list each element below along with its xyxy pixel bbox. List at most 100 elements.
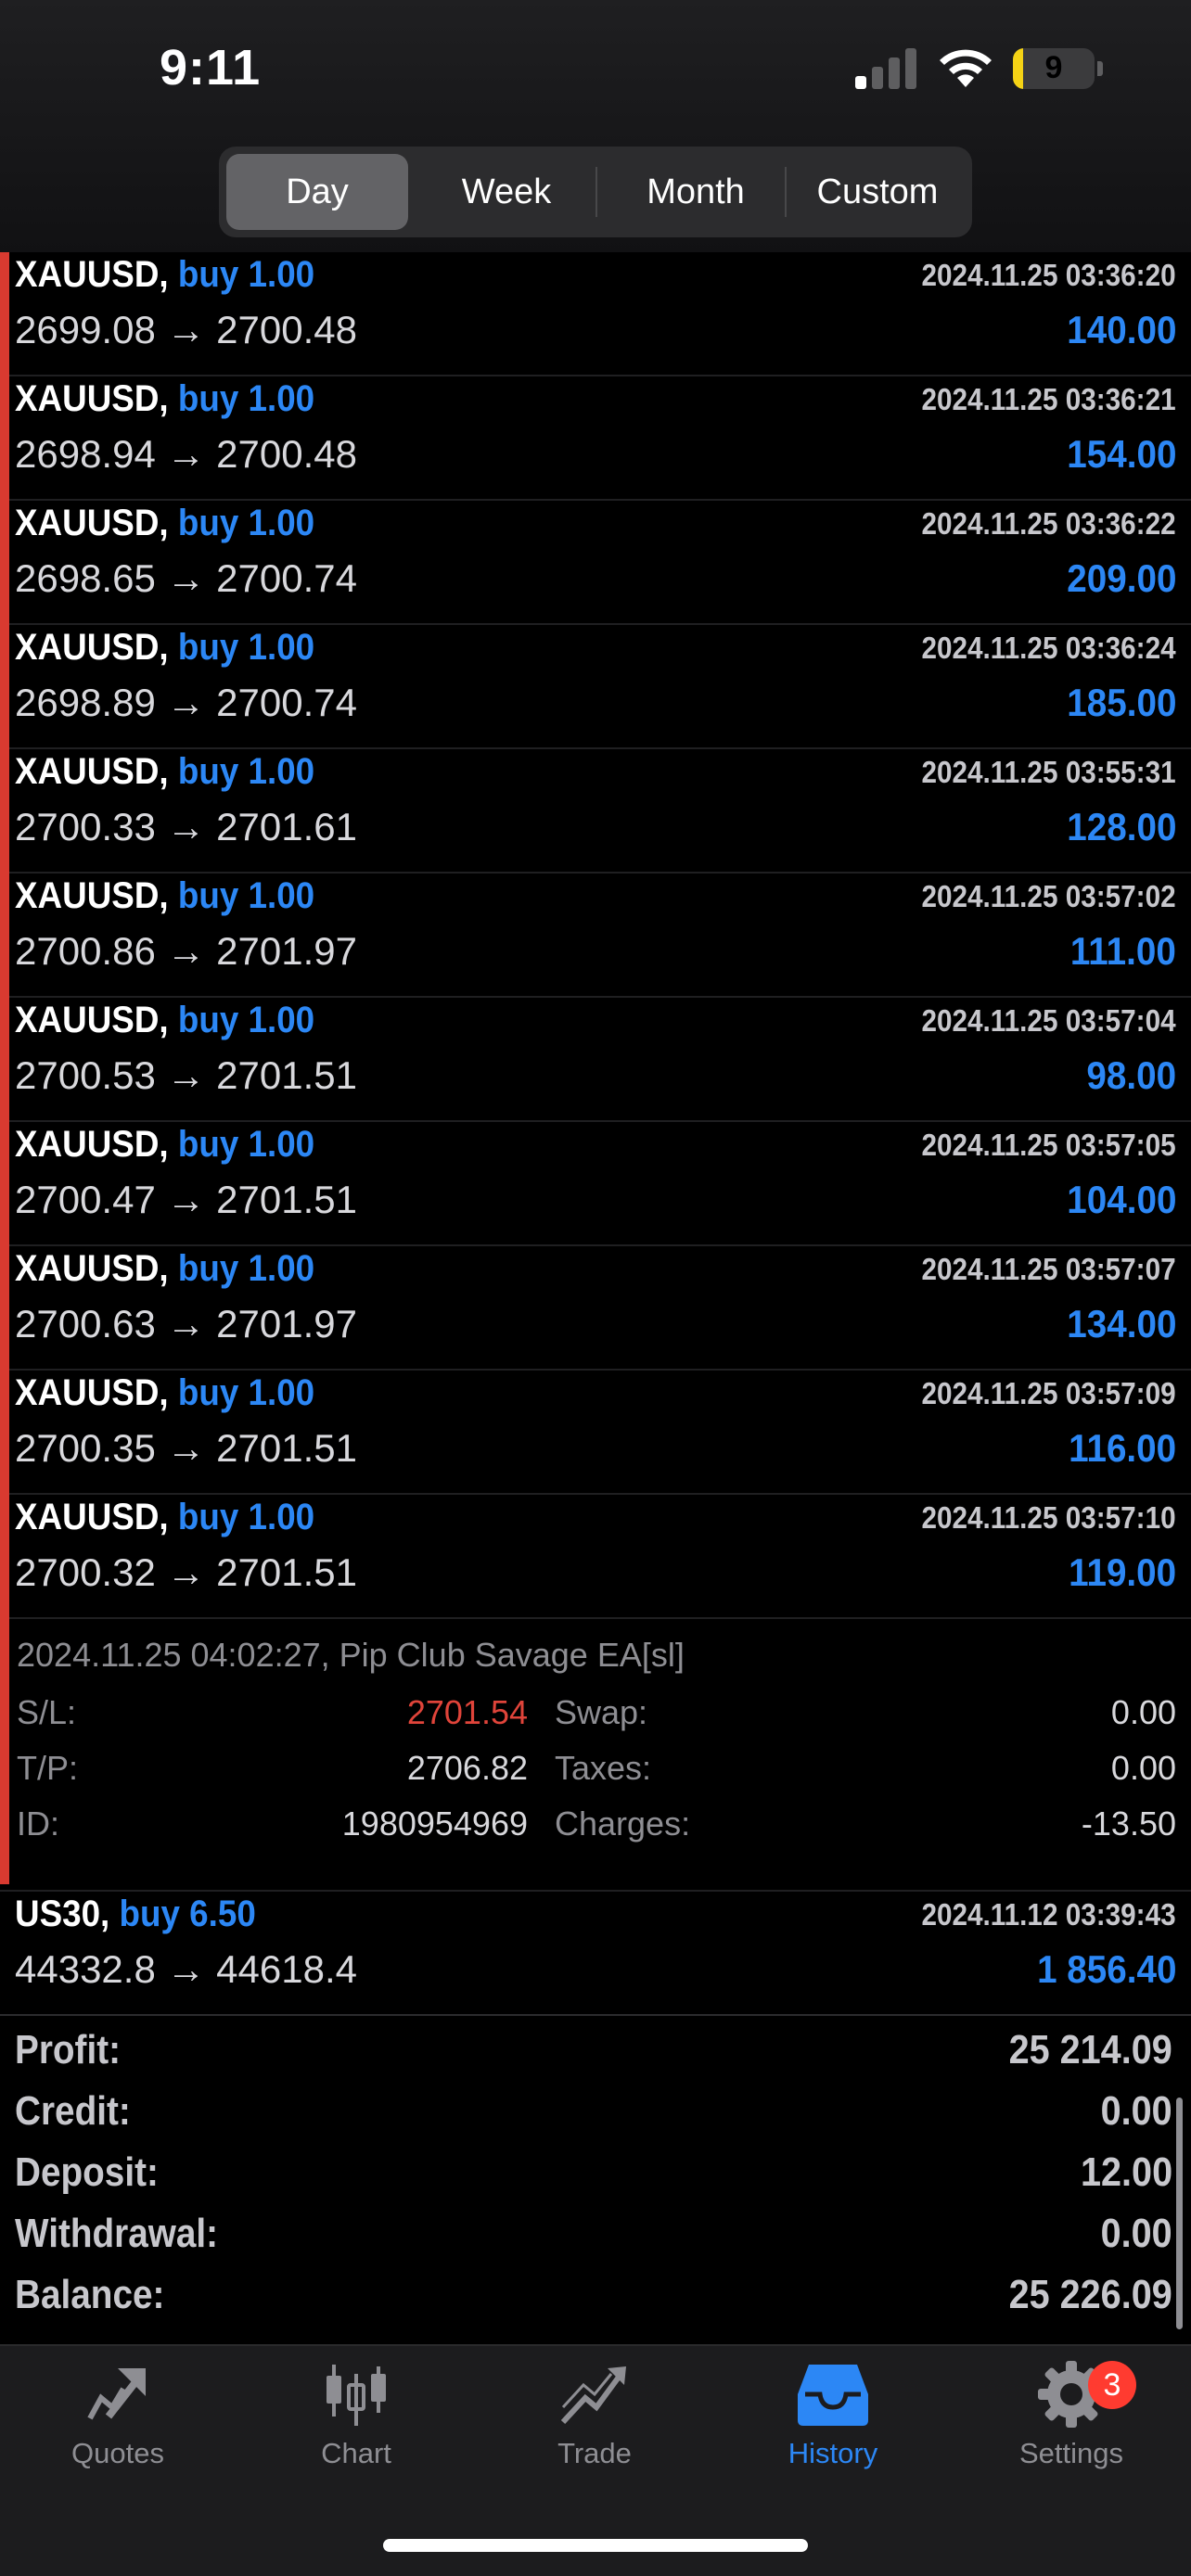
deal-time: 2024.11.25 03:57:05 xyxy=(921,1128,1176,1162)
deal-row[interactable]: XAUUSD, buy 1.00 2024.11.25 03:57:07 2700.… xyxy=(0,1246,1191,1371)
deal-row[interactable]: XAUUSD, buy 1.00 2024.11.25 03:57:02 2700.… xyxy=(0,874,1191,998)
tab-month[interactable]: Month xyxy=(605,154,787,230)
deal-row[interactable]: XAUUSD, buy 1.00 2024.11.25 03:36:20 2699.… xyxy=(0,252,1191,376)
deal-open-price: 2700.63 xyxy=(15,1302,156,1345)
deal-open-price: 2700.32 xyxy=(15,1550,156,1594)
deal-open-price: 2700.86 xyxy=(15,929,156,973)
deal-close-price: 2700.74 xyxy=(216,681,357,724)
deal-open-price: 2700.47 xyxy=(15,1178,156,1221)
deal-time: 2024.11.25 03:57:04 xyxy=(921,1003,1176,1038)
deal-time: 2024.11.25 03:36:22 xyxy=(921,506,1176,541)
deal-row[interactable]: XAUUSD, buy 1.00 2024.11.25 03:57:10 2700.… xyxy=(0,1495,1191,1619)
tab-week[interactable]: Week xyxy=(416,154,597,230)
deal-symbol-line: XAUUSD, buy 1.00 xyxy=(15,378,314,420)
deal-open-price: 2698.65 xyxy=(15,556,156,600)
sl-label: S/L: xyxy=(17,1693,77,1731)
tab-quotes[interactable]: Quotes xyxy=(16,2361,220,2500)
deal-symbol-line: XAUUSD, buy 1.00 xyxy=(15,751,314,793)
deal-profit: 185.00 xyxy=(1066,681,1176,724)
deal-prices: 2699.08 → 2700.48 xyxy=(15,308,357,352)
deal-close-price: 2700.48 xyxy=(216,308,357,351)
deal-row[interactable]: XAUUSD, buy 1.00 2024.11.25 03:57:04 2700.… xyxy=(0,998,1191,1122)
deal-row[interactable]: XAUUSD, buy 1.00 2024.11.25 03:57:05 2700.… xyxy=(0,1122,1191,1246)
arrow-right-icon: → xyxy=(166,1947,206,1991)
deal-prices: 2700.53 → 2701.51 xyxy=(15,1053,357,1098)
deal-profit: 116.00 xyxy=(1068,1426,1176,1470)
summary-value: 0.00 xyxy=(1100,2211,1172,2256)
sl-value: 2701.54 xyxy=(406,1693,528,1731)
deal-side: buy 1.00 xyxy=(177,1248,315,1289)
summary-label: Credit: xyxy=(15,2088,131,2134)
deal-side: buy 1.00 xyxy=(177,751,315,792)
deal-row[interactable]: XAUUSD, buy 1.00 2024.11.25 03:36:24 2698.… xyxy=(0,625,1191,749)
arrow-right-icon: → xyxy=(166,1178,206,1221)
deal-profit: 154.00 xyxy=(1066,432,1176,476)
deal-row[interactable]: XAUUSD, buy 1.00 2024.11.25 03:36:21 2698.… xyxy=(0,376,1191,501)
deal-time: 2024.11.12 03:39:43 xyxy=(921,1897,1176,1932)
deal-profit: 119.00 xyxy=(1068,1550,1176,1594)
deal-symbol-line: XAUUSD, buy 1.00 xyxy=(15,875,314,917)
deal-close-price: 2701.51 xyxy=(216,1550,357,1594)
tab-trade[interactable]: Trade xyxy=(493,2361,697,2500)
deal-time: 2024.11.25 03:36:21 xyxy=(921,382,1176,416)
tab-history[interactable]: History xyxy=(731,2361,935,2500)
summary-label: Withdrawal: xyxy=(15,2211,219,2256)
deal-symbol: XAUUSD, xyxy=(15,875,169,916)
deal-symbol: XAUUSD, xyxy=(15,378,169,419)
deal-symbol-line: XAUUSD, buy 1.00 xyxy=(15,1000,314,1041)
account-summary: Profit: 25 214.09 Credit: 0.00 Deposit: … xyxy=(0,2018,1191,2324)
deal-row[interactable]: XAUUSD, buy 1.00 2024.11.25 03:55:31 2700.… xyxy=(0,749,1191,874)
deal-prices: 2700.35 → 2701.51 xyxy=(15,1426,357,1471)
deal-prices: 2700.63 → 2701.97 xyxy=(15,1302,357,1346)
deal-side: buy 1.00 xyxy=(177,1497,315,1537)
deal-symbol: XAUUSD, xyxy=(15,1248,169,1289)
tab-settings[interactable]: Settings 3 xyxy=(969,2361,1173,2500)
deal-time: 2024.11.25 03:36:20 xyxy=(921,258,1176,292)
deal-row-us30[interactable]: US30, buy 6.50 2024.11.12 03:39:43 44332… xyxy=(0,1892,1191,2016)
quotes-icon xyxy=(87,2368,146,2420)
summary-label: Balance: xyxy=(15,2272,165,2317)
deal-symbol-line: XAUUSD, buy 1.00 xyxy=(15,1248,314,1290)
summary-value: 12.00 xyxy=(1080,2149,1172,2195)
summary-withdrawal: Withdrawal: 0.00 xyxy=(0,2201,1191,2263)
id-value: 1980954969 xyxy=(341,1804,528,1843)
deal-prices: 2698.94 → 2700.48 xyxy=(15,432,357,477)
deal-symbol-line: XAUUSD, buy 1.00 xyxy=(15,1372,314,1414)
swap-value: 0.00 xyxy=(1110,1693,1176,1731)
arrow-right-icon: → xyxy=(166,1302,206,1345)
deal-symbol: US30, xyxy=(15,1894,110,1934)
header: 9:11 9 Day Week Month Custom xyxy=(0,0,1191,252)
arrow-right-icon: → xyxy=(166,556,206,600)
deal-row[interactable]: XAUUSD, buy 1.00 2024.11.25 03:57:09 2700.… xyxy=(0,1371,1191,1495)
deal-prices: 44332.8 → 44618.4 xyxy=(15,1947,357,1992)
battery-percent: 9 xyxy=(1044,50,1063,85)
arrow-right-icon: → xyxy=(166,929,206,973)
tab-day[interactable]: Day xyxy=(226,154,408,230)
deal-profit: 134.00 xyxy=(1066,1302,1176,1345)
tab-custom[interactable]: Custom xyxy=(787,154,968,230)
deal-symbol: XAUUSD, xyxy=(15,1124,169,1165)
deal-open-price: 2700.33 xyxy=(15,805,156,848)
deal-symbol-line: XAUUSD, buy 1.00 xyxy=(15,1124,314,1166)
deal-side: buy 1.00 xyxy=(177,1372,315,1413)
period-segmented-control: Day Week Month Custom xyxy=(219,147,972,237)
deal-open-price: 2698.89 xyxy=(15,681,156,724)
deal-profit: 128.00 xyxy=(1066,805,1176,848)
tab-label: Settings xyxy=(1018,2437,1123,2469)
deal-prices: 2700.47 → 2701.51 xyxy=(15,1178,357,1222)
arrow-right-icon: → xyxy=(166,308,206,351)
deal-symbol: XAUUSD, xyxy=(15,751,169,792)
deal-side: buy 1.00 xyxy=(177,254,315,295)
closed-by-sl-marker xyxy=(0,252,9,1884)
id-label: ID: xyxy=(17,1804,60,1843)
deal-time: 2024.11.25 03:36:24 xyxy=(921,631,1176,665)
charges-value: -13.50 xyxy=(1081,1804,1176,1843)
tab-chart[interactable]: Chart xyxy=(254,2361,458,2500)
deal-profit: 140.00 xyxy=(1066,308,1176,351)
deal-symbol: XAUUSD, xyxy=(15,1497,169,1537)
segment-divider xyxy=(596,167,597,217)
chart-icon xyxy=(327,2365,386,2426)
notification-badge: 3 xyxy=(1088,2361,1136,2409)
scrollbar[interactable] xyxy=(1176,2098,1183,2329)
deal-row[interactable]: XAUUSD, buy 1.00 2024.11.25 03:36:22 2698.… xyxy=(0,501,1191,625)
